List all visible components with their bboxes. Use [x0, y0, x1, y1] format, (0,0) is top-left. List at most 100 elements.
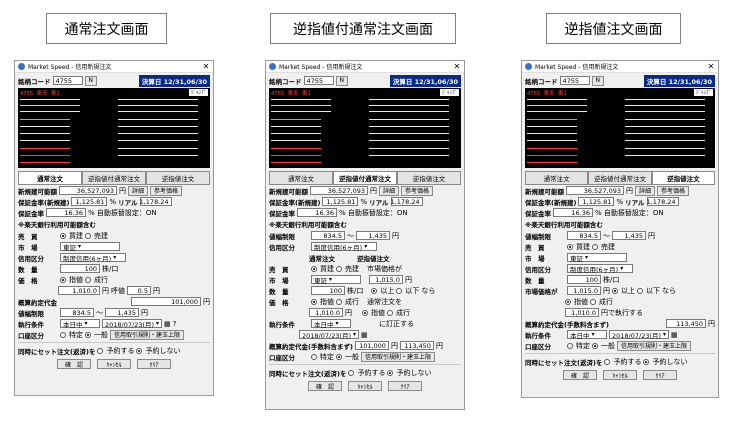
- above-radio[interactable]: [371, 287, 378, 294]
- cancel-button[interactable]: ｷｬﾝｾﾙ: [97, 359, 131, 369]
- exec-select[interactable]: 本日中: [60, 319, 100, 329]
- tab-normal[interactable]: 通常注文: [525, 171, 589, 184]
- account-general-radio[interactable]: [85, 331, 91, 338]
- code-label: 銘柄コード: [525, 77, 558, 86]
- tab-normal[interactable]: 通常注文: [269, 171, 333, 184]
- clear-button[interactable]: ｸﾘｱ: [137, 359, 171, 369]
- jump-button[interactable]: ｼﾞｬﾝﾌﾟ: [188, 89, 208, 96]
- date-select[interactable]: 2018/07/23(月): [299, 330, 359, 340]
- ref-price-button[interactable]: 参考価格: [150, 185, 183, 196]
- tab-stop-with-normal[interactable]: 逆指値付通常注文: [82, 171, 146, 184]
- set-no-radio[interactable]: [136, 347, 143, 354]
- code-button[interactable]: N: [335, 75, 348, 86]
- confirm-button[interactable]: 確 認: [308, 381, 342, 391]
- code-input[interactable]: 4755: [559, 76, 590, 85]
- credit-select[interactable]: 制度信用(6ヶ月): [311, 242, 377, 252]
- code-input[interactable]: 4755: [303, 76, 334, 85]
- set-no-radio[interactable]: [387, 369, 394, 376]
- ref-price-button[interactable]: 参考価格: [401, 185, 434, 196]
- account-general-radio[interactable]: [592, 342, 598, 349]
- detail-button[interactable]: 詳細: [635, 185, 656, 196]
- account-specific-radio[interactable]: [567, 342, 573, 349]
- tab-stop[interactable]: 逆指値注文: [146, 171, 210, 184]
- price-input[interactable]: 1,010.0: [309, 308, 343, 317]
- calendar-icon[interactable]: ▦: [164, 320, 171, 328]
- price-market-label: 成行: [599, 297, 613, 306]
- price-limit-radio[interactable]: [311, 298, 317, 305]
- detail-button[interactable]: 詳細: [128, 185, 149, 196]
- market-select[interactable]: 東証: [60, 242, 120, 252]
- calendar-icon[interactable]: ▦: [671, 331, 678, 339]
- set-yes-radio[interactable]: [97, 347, 104, 354]
- real-value: 1,178.24: [646, 197, 679, 206]
- market-select[interactable]: 東証: [567, 253, 627, 263]
- side-sell-radio[interactable]: [336, 265, 342, 272]
- qty-input[interactable]: 100: [567, 275, 601, 284]
- confirm-button[interactable]: 確 認: [563, 370, 597, 380]
- quote-board: 4755 楽天 東1 ｼﾞｬﾝﾌﾟ: [269, 88, 461, 168]
- credit-select[interactable]: 制度信用(6ヶ月): [567, 264, 633, 274]
- account-specific-radio[interactable]: [60, 331, 66, 338]
- help-icon[interactable]: ?: [173, 320, 177, 328]
- trigger-input[interactable]: 1,015.0: [567, 286, 601, 295]
- close-icon[interactable]: ✕: [707, 62, 715, 71]
- set-yes-radio[interactable]: [348, 369, 355, 376]
- price-market-radio[interactable]: [85, 276, 91, 283]
- account-general-radio[interactable]: [336, 353, 342, 360]
- confirm-button[interactable]: 確 認: [57, 359, 91, 369]
- tab-stop[interactable]: 逆指値注文: [397, 171, 461, 184]
- tab-stop-with-normal[interactable]: 逆指値付通常注文: [588, 171, 652, 184]
- credit-select[interactable]: 制度信用(6ヶ月): [60, 253, 126, 263]
- detail-button[interactable]: 詳細: [379, 185, 400, 196]
- price-market-radio[interactable]: [590, 298, 596, 305]
- price-limit-radio[interactable]: [565, 298, 571, 305]
- price-input[interactable]: 1,010.0: [565, 308, 599, 317]
- exec-select[interactable]: 本日中: [567, 330, 607, 340]
- side-buy-radio[interactable]: [60, 232, 66, 239]
- clear-button[interactable]: ｸﾘｱ: [388, 381, 422, 391]
- stop-market-radio[interactable]: [387, 309, 393, 316]
- tab-stop[interactable]: 逆指値注文: [651, 171, 715, 184]
- date-select[interactable]: 2018/07/23(月): [102, 319, 162, 329]
- above-label: 以上: [380, 286, 395, 295]
- code-button[interactable]: N: [84, 75, 97, 86]
- qty-input[interactable]: 100: [311, 286, 345, 295]
- side-sell-radio[interactable]: [592, 243, 598, 250]
- set-yes-radio[interactable]: [604, 358, 611, 365]
- close-icon[interactable]: ✕: [202, 62, 210, 71]
- price-limit-low: 834.5: [60, 308, 94, 317]
- exec-select[interactable]: 本日中: [311, 319, 351, 329]
- date-select[interactable]: 2018/07/23(月): [609, 330, 669, 340]
- trigger-input[interactable]: 1,015.0: [369, 275, 403, 284]
- tab-normal[interactable]: 通常注文: [18, 171, 82, 184]
- price-unit: 円: [345, 308, 352, 317]
- stop-limit-radio[interactable]: [362, 309, 368, 316]
- code-input[interactable]: 4755: [52, 76, 83, 85]
- cancel-button[interactable]: ｷｬﾝｾﾙ: [348, 381, 382, 391]
- account-specific-radio[interactable]: [311, 353, 317, 360]
- code-button[interactable]: N: [591, 75, 604, 86]
- ref-price-button[interactable]: 参考価格: [657, 185, 690, 196]
- close-icon[interactable]: ✕: [453, 62, 461, 71]
- jump-button[interactable]: ｼﾞｬﾝﾌﾟ: [693, 89, 713, 96]
- below-radio[interactable]: [396, 287, 403, 294]
- set-no-radio[interactable]: [643, 358, 650, 365]
- qty-input[interactable]: 100: [60, 264, 100, 273]
- side-buy-radio[interactable]: [311, 265, 317, 272]
- tab-stop-with-normal[interactable]: 逆指値付通常注文: [333, 171, 397, 184]
- clear-button[interactable]: ｸﾘｱ: [643, 370, 677, 380]
- price-market-radio[interactable]: [336, 298, 342, 305]
- below-radio[interactable]: [637, 287, 643, 294]
- side-sell-radio[interactable]: [85, 232, 91, 239]
- price-limit-radio[interactable]: [60, 276, 66, 283]
- credit-rule-button[interactable]: 信用取引規則・建玉上限: [110, 329, 185, 340]
- market-select[interactable]: 東証: [311, 275, 361, 285]
- cancel-button[interactable]: ｷｬﾝｾﾙ: [603, 370, 637, 380]
- calendar-icon[interactable]: ▦: [361, 331, 368, 339]
- side-buy-radio[interactable]: [567, 243, 573, 250]
- price-input[interactable]: 1,010.0: [58, 286, 100, 295]
- jump-button[interactable]: ｼﾞｬﾝﾌﾟ: [439, 89, 459, 96]
- credit-rule-button[interactable]: 信用取引規則・建玉上限: [617, 340, 692, 351]
- above-radio[interactable]: [612, 287, 618, 294]
- credit-rule-button[interactable]: 信用取引規則・建玉上限: [361, 351, 436, 362]
